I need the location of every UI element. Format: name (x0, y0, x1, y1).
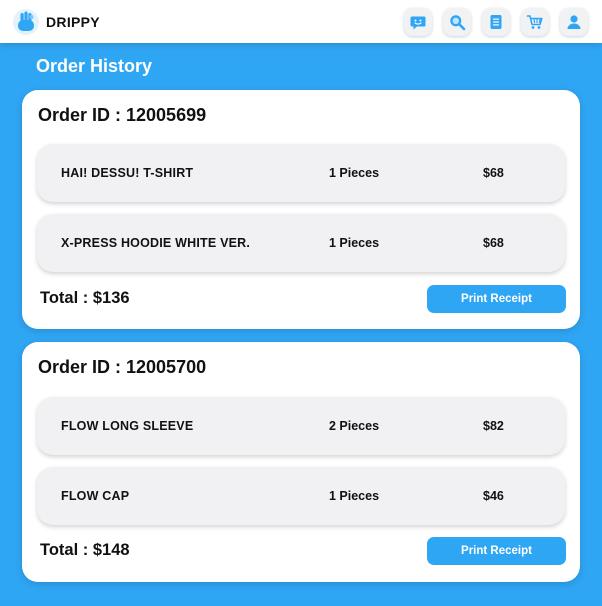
cart-icon (526, 15, 543, 29)
search-button[interactable] (443, 8, 471, 36)
top-navigation-bar: DRIPPY (0, 0, 602, 43)
order-item-row: FLOW LONG SLEEVE 2 Pieces $82 (37, 397, 565, 455)
hand-logo-icon (13, 9, 39, 35)
item-name: FLOW CAP (61, 489, 130, 503)
chat-icon (410, 16, 426, 30)
page-title: Order History (36, 56, 153, 76)
print-receipt-button[interactable]: Print Receipt (427, 285, 566, 313)
order-id: Order ID : 12005700 (38, 357, 207, 377)
item-price: $82 (483, 419, 504, 433)
order-total: Total : $136 (40, 289, 130, 307)
orders-button[interactable] (482, 8, 510, 36)
item-price: $68 (483, 166, 504, 180)
search-icon (450, 15, 466, 31)
user-icon (567, 15, 581, 29)
document-icon (490, 15, 502, 29)
item-price: $46 (483, 489, 504, 503)
cart-button[interactable] (521, 8, 549, 36)
order-item-row: HAI! DESSU! T-SHIRT 1 Pieces $68 (37, 144, 565, 202)
print-receipt-button[interactable]: Print Receipt (427, 537, 566, 565)
order-card: Order ID : 12005700 FLOW LONG SLEEVE 2 P… (22, 342, 580, 582)
chat-button[interactable] (404, 8, 432, 36)
order-item-row: X-PRESS HOODIE WHITE VER. 1 Pieces $68 (37, 214, 565, 272)
item-quantity: 1 Pieces (329, 166, 380, 180)
item-name: HAI! DESSU! T-SHIRT (61, 166, 194, 180)
item-name: X-PRESS HOODIE WHITE VER. (61, 236, 251, 250)
order-item-row: FLOW CAP 1 Pieces $46 (37, 467, 565, 525)
item-quantity: 1 Pieces (329, 236, 380, 250)
nav-icon-group (404, 8, 588, 36)
item-quantity: 1 Pieces (329, 489, 380, 503)
item-name: FLOW LONG SLEEVE (61, 419, 194, 433)
brand[interactable]: DRIPPY (12, 8, 100, 36)
brand-name: DRIPPY (46, 14, 100, 30)
item-price: $68 (483, 236, 504, 250)
order-card: Order ID : 12005699 HAI! DESSU! T-SHIRT … (22, 90, 580, 329)
profile-button[interactable] (560, 8, 588, 36)
order-id: Order ID : 12005699 (38, 105, 207, 125)
item-quantity: 2 Pieces (329, 419, 380, 433)
order-total: Total : $148 (40, 541, 130, 559)
